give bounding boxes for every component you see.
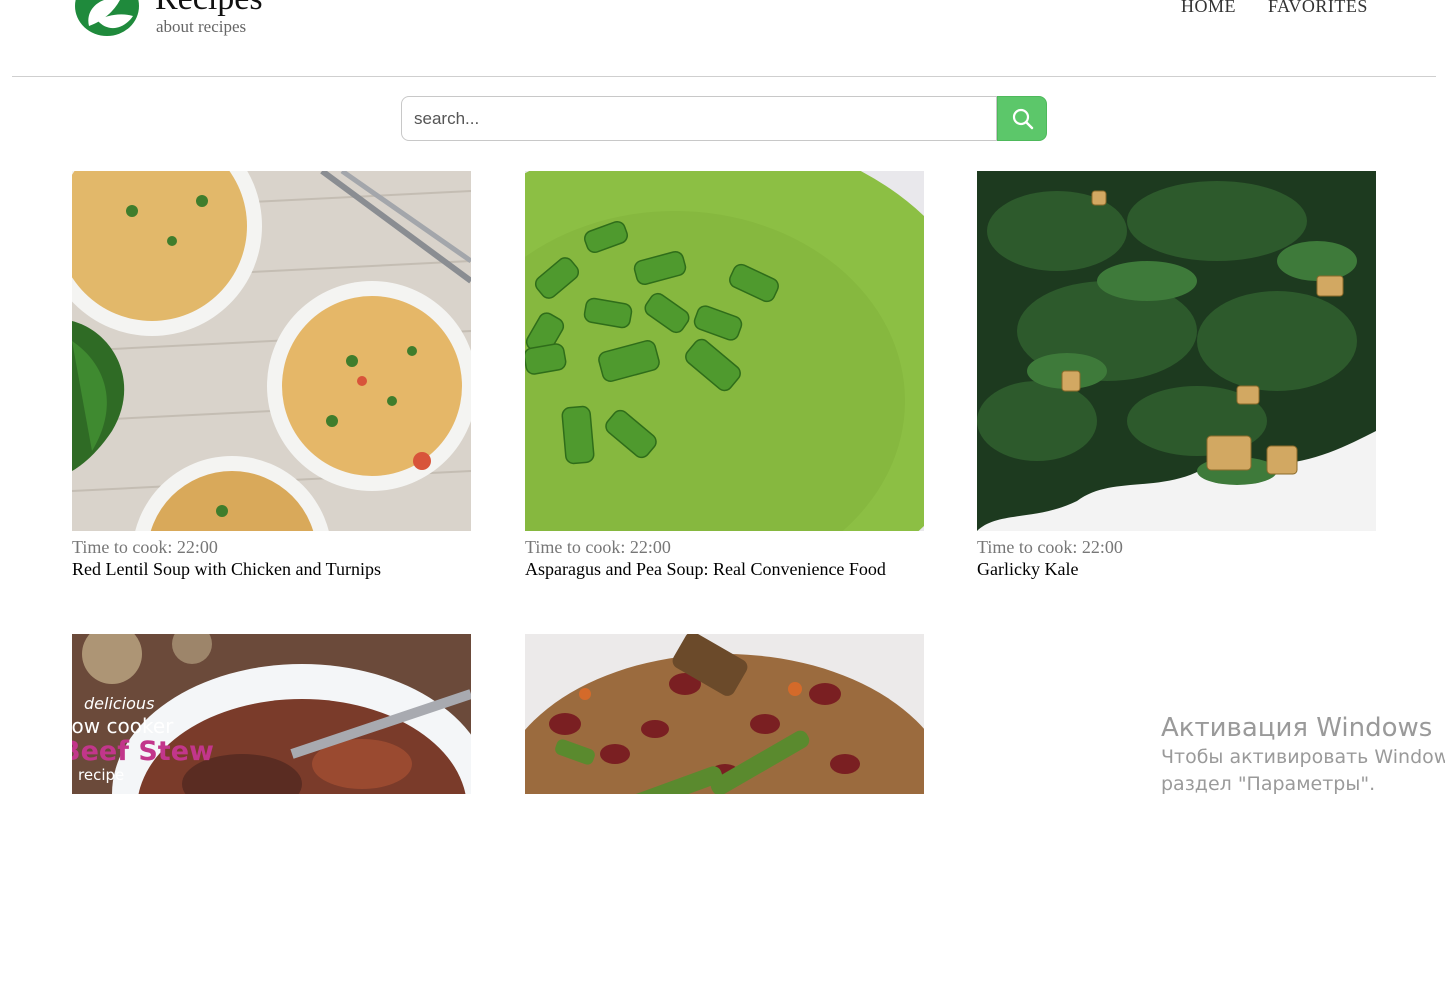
recipe-image-garlicky-kale[interactable] bbox=[977, 171, 1376, 531]
site-tagline: about recipes bbox=[156, 17, 247, 36]
nav-favorites-link[interactable]: FAVORITES bbox=[1268, 0, 1368, 17]
search-input[interactable] bbox=[401, 96, 997, 141]
search-button[interactable] bbox=[997, 96, 1047, 141]
search-bar bbox=[401, 96, 1047, 141]
header-divider bbox=[12, 76, 1436, 77]
recipe-cook-time: Time to cook: 22:00 bbox=[977, 537, 1123, 557]
search-icon bbox=[1012, 108, 1034, 130]
leaf-icon bbox=[88, 0, 133, 29]
recipe-title[interactable]: Garlicky Kale bbox=[977, 559, 1078, 580]
recipe-title[interactable]: Red Lentil Soup with Chicken and Turnips bbox=[72, 559, 381, 580]
watermark-title: Активация Windows bbox=[1161, 713, 1433, 743]
recipe-image-red-beans[interactable] bbox=[525, 634, 924, 994]
windows-activation-watermark: Активация Windows Чтобы активировать Win… bbox=[1161, 712, 1445, 798]
recipe-image-lentil-soup[interactable] bbox=[72, 171, 471, 531]
nav-home-link[interactable]: HOME bbox=[1181, 0, 1236, 17]
recipe-cook-time: Time to cook: 22:00 bbox=[525, 537, 671, 557]
watermark-line: Чтобы активировать Windows, bbox=[1161, 746, 1445, 768]
site-title[interactable]: Recipes bbox=[155, 0, 263, 16]
recipe-title[interactable]: Asparagus and Pea Soup: Real Convenience… bbox=[525, 559, 886, 580]
site-header: Recipes about recipes HOME FAVORITES bbox=[0, 0, 1445, 78]
recipe-cook-time: Time to cook: 22:00 bbox=[72, 537, 218, 557]
site-logo[interactable] bbox=[75, 0, 139, 36]
recipe-image-asparagus-soup[interactable] bbox=[525, 171, 924, 531]
recipe-image-beef-stew[interactable]: delicious low cooker Beef Stew recipe bbox=[72, 634, 471, 994]
